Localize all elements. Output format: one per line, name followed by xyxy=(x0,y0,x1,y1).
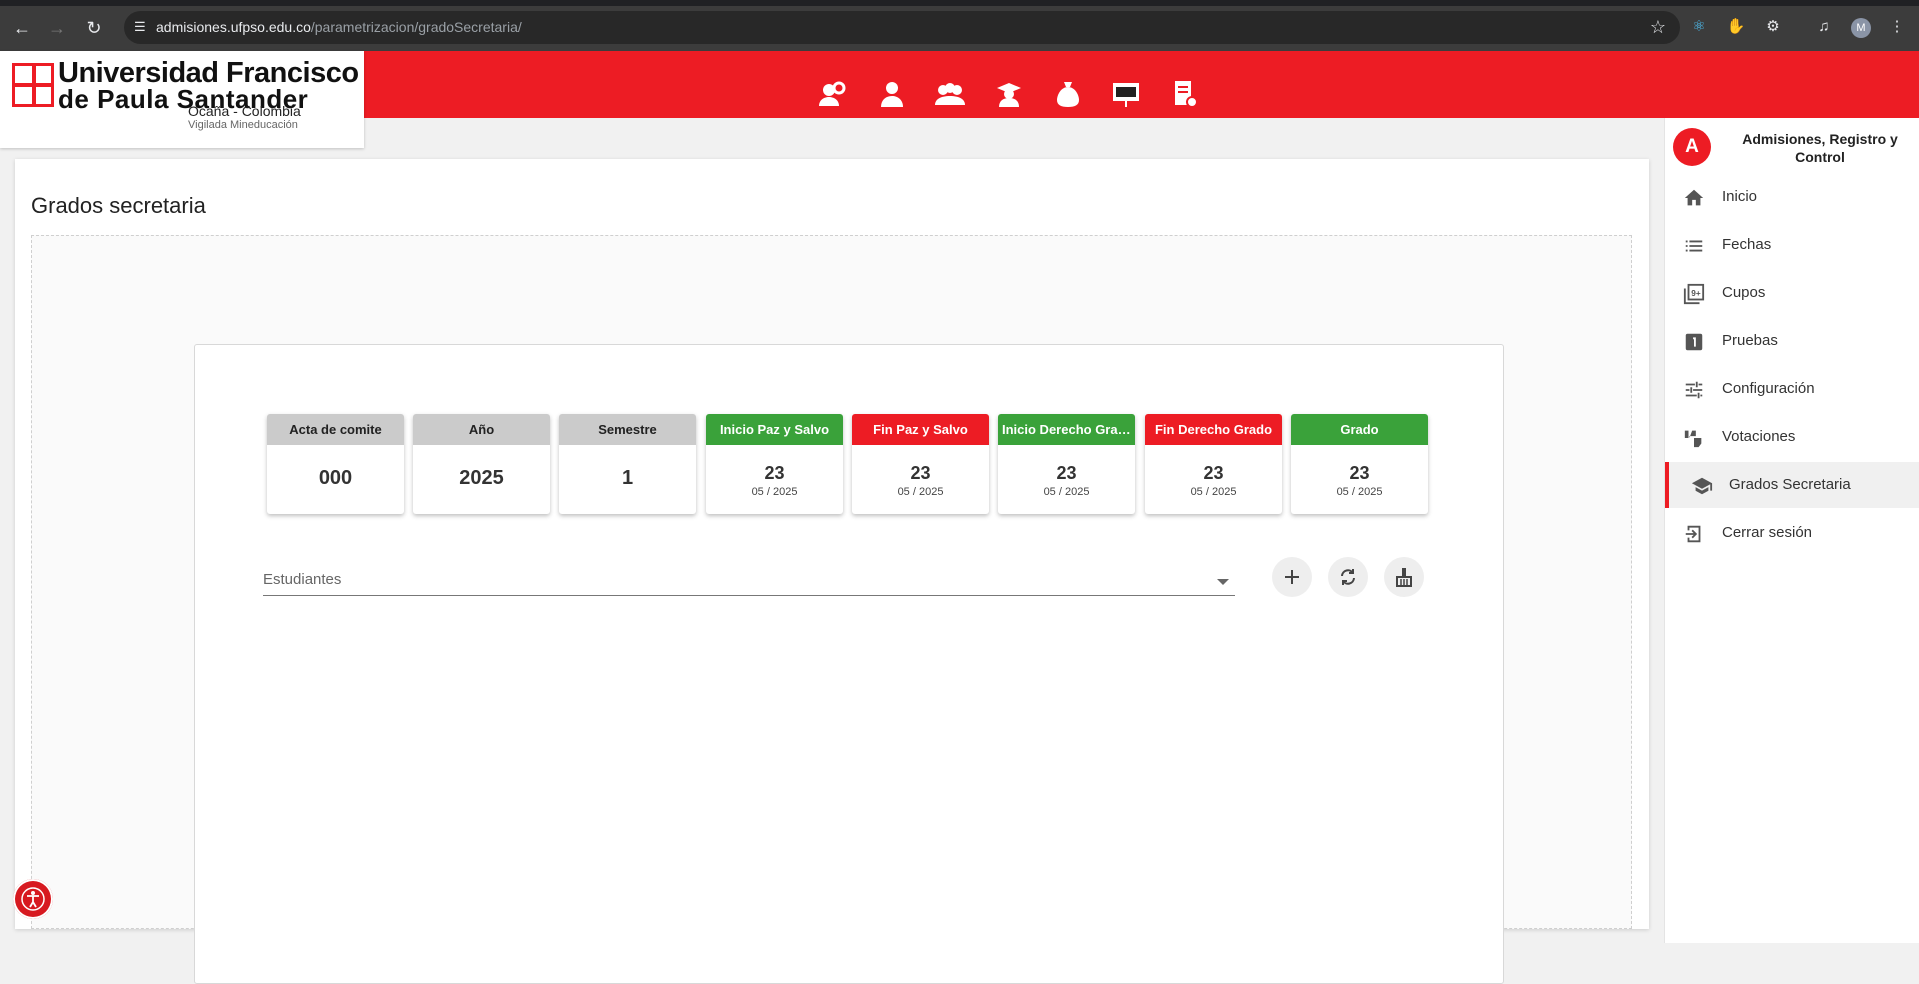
accessibility-button[interactable] xyxy=(13,879,53,919)
sidebar-item-cupos[interactable]: 9+ Cupos xyxy=(1665,270,1919,316)
url-text[interactable]: admisiones.ufpso.edu.co/parametrizacion/… xyxy=(156,19,522,35)
sidebar-item-pruebas[interactable]: Pruebas xyxy=(1665,318,1919,364)
tune-icon xyxy=(1685,381,1703,399)
card-semestre: Semestre 1 xyxy=(559,414,696,514)
sidebar-item-fechas[interactable]: Fechas xyxy=(1665,222,1919,268)
card-grado: Grado 23 05 / 2025 xyxy=(1291,414,1428,514)
main-content-card: Grados secretaria Acta de comite 000 Año… xyxy=(15,159,1649,984)
card-inicio-paz-salvo: Inicio Paz y Salvo 23 05 / 2025 xyxy=(706,414,843,514)
sidebar-item-label: Fechas xyxy=(1722,236,1772,253)
logo-line-3: Ocaña - Colombia xyxy=(188,103,301,119)
document-settings-icon[interactable] xyxy=(1169,78,1201,110)
card-value: 1 xyxy=(621,467,634,489)
react-devtools-icon[interactable]: ⚛ xyxy=(1688,16,1710,38)
logout-icon xyxy=(1685,525,1701,543)
content-area: Acta de comite 000 Año 2025 Semestre 1 I… xyxy=(31,235,1632,984)
card-month-year: 05 / 2025 xyxy=(1043,486,1090,498)
filter-9plus-icon: 9+ xyxy=(1683,283,1705,305)
sidebar-item-votaciones[interactable]: Votaciones xyxy=(1665,414,1919,460)
forward-icon[interactable]: → xyxy=(45,16,69,40)
browser-toolbar: ← → ↻ ☰ admisiones.ufpso.edu.co/parametr… xyxy=(0,0,1919,51)
card-fin-derecho-grado: Fin Derecho Grado 23 05 / 2025 xyxy=(1145,414,1282,514)
school-icon xyxy=(1691,477,1713,495)
sidebar-item-label: Grados Secretaria xyxy=(1729,476,1851,493)
students-select-label: Estudiantes xyxy=(263,571,342,588)
bookmark-star-icon[interactable]: ☆ xyxy=(1650,17,1666,38)
sidebar-title: Admisiones, Registro y Control xyxy=(1742,131,1898,165)
university-logo[interactable]: Universidad Francisco de Paula Santander… xyxy=(0,51,364,148)
address-bar[interactable]: ☰ admisiones.ufpso.edu.co/parametrizacio… xyxy=(124,11,1680,44)
sidebar-item-label: Cerrar sesión xyxy=(1722,524,1813,541)
card-month-year: 05 / 2025 xyxy=(751,486,798,498)
sidebar-item-grados-secretaria[interactable]: Grados Secretaria xyxy=(1665,462,1919,508)
right-sidebar: A Admisiones, Registro y Control Inicio … xyxy=(1664,118,1919,943)
tab-strip xyxy=(0,0,1919,6)
svg-text:9+: 9+ xyxy=(1691,289,1701,298)
settings-person-icon[interactable] xyxy=(816,78,848,110)
card-day: 23 xyxy=(1056,463,1077,483)
students-select[interactable]: Estudiantes xyxy=(263,567,1235,596)
add-button[interactable] xyxy=(1272,557,1312,597)
card-label: Semestre xyxy=(559,414,696,445)
card-day: 23 xyxy=(1349,463,1370,483)
user-avatar[interactable]: A xyxy=(1673,128,1711,166)
presentation-icon[interactable] xyxy=(1110,78,1142,110)
card-value: 2025 xyxy=(459,467,504,489)
card-label: Fin Derecho Grado xyxy=(1145,414,1282,445)
card-day: 23 xyxy=(910,463,931,483)
list-icon xyxy=(1685,240,1703,252)
sidebar-item-label: Configuración xyxy=(1722,380,1815,397)
page-title: Grados secretaria xyxy=(31,193,206,218)
broom-icon xyxy=(1396,568,1412,587)
card-inicio-derecho-grado: Inicio Derecho Grado 23 05 / 2025 xyxy=(998,414,1135,514)
sidebar-item-label: Pruebas xyxy=(1722,332,1778,349)
card-label: Fin Paz y Salvo xyxy=(852,414,989,445)
sidebar-item-inicio[interactable]: Inicio xyxy=(1665,174,1919,220)
sidebar-item-configuracion[interactable]: Configuración xyxy=(1665,366,1919,412)
logo-line-4: Vigilada Mineducación xyxy=(188,119,298,131)
card-month-year: 05 / 2025 xyxy=(1336,486,1383,498)
accessibility-icon xyxy=(21,887,45,911)
card-acta-comite: Acta de comite 000 xyxy=(267,414,404,514)
refresh-button[interactable] xyxy=(1328,557,1368,597)
card-anio: Año 2025 xyxy=(413,414,550,514)
thumbs-icon xyxy=(1684,430,1702,448)
card-label: Inicio Derecho Grado xyxy=(998,414,1135,445)
extensions-puzzle-icon[interactable]: ⚙ xyxy=(1762,16,1784,38)
site-info-icon[interactable]: ☰ xyxy=(134,19,150,35)
card-value: 000 xyxy=(318,467,353,489)
group-icon[interactable] xyxy=(934,78,966,110)
money-bag-icon[interactable] xyxy=(1052,78,1084,110)
home-icon xyxy=(1684,189,1704,206)
sidebar-item-label: Inicio xyxy=(1722,188,1758,205)
clear-button[interactable] xyxy=(1384,557,1424,597)
card-label: Inicio Paz y Salvo xyxy=(706,414,843,445)
ufps-logo-mark xyxy=(12,63,54,107)
card-month-year: 05 / 2025 xyxy=(1190,486,1237,498)
extension-hand-icon[interactable]: ✋ xyxy=(1725,16,1747,38)
profile-avatar[interactable]: M xyxy=(1851,18,1871,38)
sidebar-item-label: Votaciones xyxy=(1722,428,1796,445)
media-queue-icon[interactable]: ♫ xyxy=(1813,16,1835,38)
chevron-down-icon[interactable] xyxy=(1217,579,1229,585)
sidebar-item-label: Cupos xyxy=(1722,284,1766,301)
person-icon[interactable] xyxy=(876,78,908,110)
plus-icon xyxy=(1285,570,1299,584)
card-day: 23 xyxy=(764,463,785,483)
sync-icon xyxy=(1341,569,1355,585)
graduation-panel: Acta de comite 000 Año 2025 Semestre 1 I… xyxy=(194,344,1504,984)
card-day: 23 xyxy=(1203,463,1224,483)
sidebar-item-cerrar-sesion[interactable]: Cerrar sesión xyxy=(1665,510,1919,556)
reload-icon[interactable]: ↻ xyxy=(82,16,106,40)
card-label: Año xyxy=(413,414,550,445)
back-icon[interactable]: ← xyxy=(10,16,34,40)
student-icon[interactable] xyxy=(993,78,1025,110)
card-month-year: 05 / 2025 xyxy=(897,486,944,498)
looks-one-icon xyxy=(1685,333,1703,351)
card-label: Acta de comite xyxy=(267,414,404,445)
card-fin-paz-salvo: Fin Paz y Salvo 23 05 / 2025 xyxy=(852,414,989,514)
card-label: Grado xyxy=(1291,414,1428,445)
browser-menu-icon[interactable]: ⋮ xyxy=(1886,16,1908,38)
